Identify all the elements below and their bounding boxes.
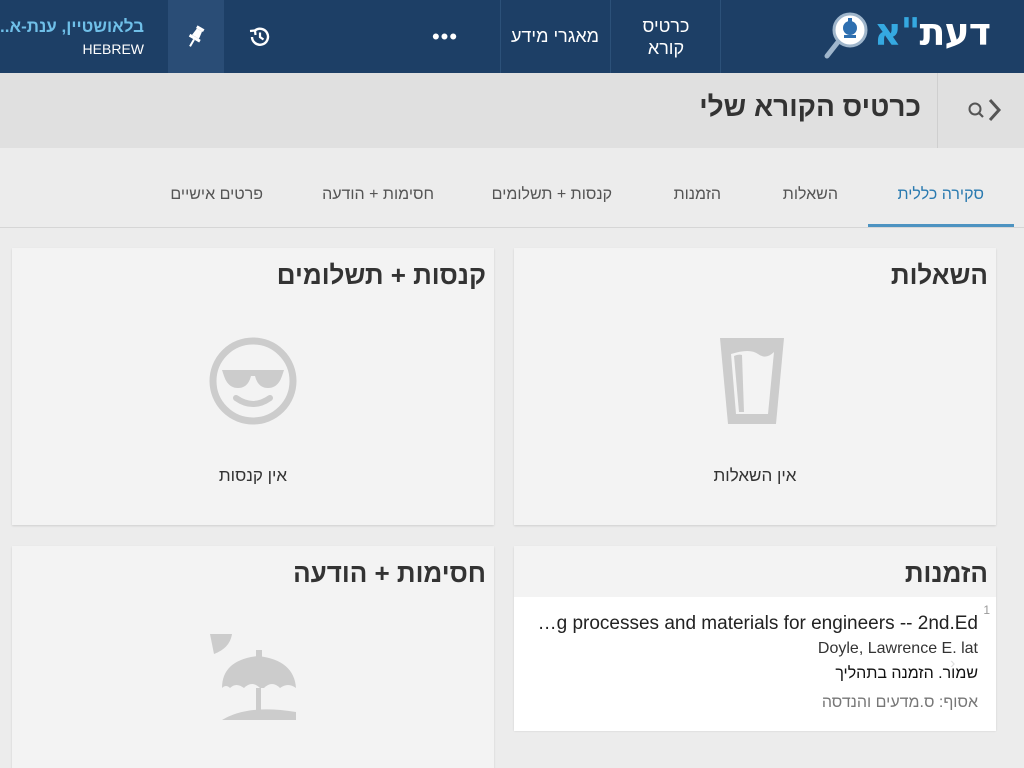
tab-requests[interactable]: הזמנות bbox=[674, 186, 721, 204]
loans-card-title[interactable]: השאלות bbox=[891, 260, 988, 291]
page-header: כרטיס הקורא שלי bbox=[0, 73, 1024, 148]
blocks-card: חסימות + הודעה bbox=[12, 546, 494, 768]
nav-resources[interactable]: מאגרי מידע bbox=[500, 0, 610, 73]
history-icon bbox=[249, 27, 270, 46]
more-menu-button[interactable]: ••• bbox=[425, 0, 465, 73]
more-dots-icon: ••• bbox=[431, 23, 459, 49]
request-item-title[interactable]: …g processes and materials for engineers… bbox=[538, 613, 978, 635]
request-item-collection: אסוף: ס.מדעים והנדסה bbox=[821, 694, 978, 711]
nav-resources-label: מאגרי מידע bbox=[510, 26, 600, 46]
user-menu[interactable]: בלאושטיין, ענת-א... HEBREW bbox=[0, 0, 150, 73]
fines-card-title[interactable]: קנסות + תשלומים bbox=[277, 260, 486, 291]
top-navigation-bar: דעת"א כרטיס קורא מאגרי מידע ••• בלאושטיי… bbox=[0, 0, 1024, 73]
back-search-icon bbox=[968, 98, 1002, 122]
nav-reader-card[interactable]: כרטיס קורא bbox=[621, 0, 711, 73]
nav-separator bbox=[610, 0, 611, 73]
page-title: כרטיס הקורא שלי bbox=[699, 91, 921, 122]
tab-personal-details[interactable]: פרטים אישיים bbox=[170, 186, 263, 204]
logo-text: דעת"א bbox=[874, 10, 991, 54]
fines-empty-message: אין קנסות bbox=[218, 466, 288, 485]
request-item-number: 1 bbox=[983, 603, 990, 617]
nav-separator bbox=[720, 0, 721, 73]
logo-accent-text: "א bbox=[874, 10, 920, 54]
user-name: בלאושטיין, ענת-א... bbox=[0, 16, 144, 36]
blocks-card-title[interactable]: חסימות + הודעה bbox=[293, 558, 486, 589]
loans-empty-message: אין השאלות bbox=[713, 466, 797, 485]
language-selector[interactable]: HEBREW bbox=[83, 41, 144, 57]
request-item-status: שמור. הזמנה בתהליך bbox=[835, 665, 978, 682]
tab-bar: סקירה כללית השאלות הזמנות קנסות + תשלומי… bbox=[0, 148, 1024, 228]
sunglasses-smiley-icon bbox=[209, 337, 297, 425]
logo-main-text: דעת bbox=[919, 10, 991, 54]
loans-card: השאלות אין השאלות bbox=[514, 248, 996, 525]
nav-separator bbox=[500, 0, 501, 73]
requests-card-title[interactable]: הזמנות bbox=[905, 558, 988, 589]
back-to-search-button[interactable] bbox=[966, 97, 1012, 125]
magnifier-logo-icon bbox=[824, 12, 868, 59]
tab-blocks-messages[interactable]: חסימות + הודעה bbox=[322, 186, 434, 204]
nav-reader-card-line1: כרטיס bbox=[642, 15, 690, 36]
library-logo[interactable]: דעת"א bbox=[818, 0, 1024, 73]
history-button[interactable] bbox=[240, 0, 280, 73]
beach-umbrella-icon bbox=[210, 634, 296, 720]
pin-icon bbox=[188, 24, 205, 47]
fines-card: קנסות + תשלומים אין קנסות bbox=[12, 248, 494, 525]
tab-loans[interactable]: השאלות bbox=[783, 186, 838, 204]
tab-fines-payments[interactable]: קנסות + תשלומים bbox=[492, 186, 612, 204]
chevron-right-icon[interactable]: › bbox=[950, 655, 955, 673]
requests-card: הזמנות 1 …g processes and materials for … bbox=[514, 546, 996, 731]
active-tab-indicator bbox=[868, 224, 1014, 227]
glass-icon bbox=[720, 338, 784, 424]
tab-overview[interactable]: סקירה כללית bbox=[897, 186, 984, 204]
request-item[interactable]: 1 …g processes and materials for enginee… bbox=[514, 597, 996, 731]
header-separator bbox=[937, 73, 938, 148]
nav-reader-card-line2: קורא bbox=[647, 37, 685, 58]
pinned-items-button[interactable] bbox=[168, 0, 224, 73]
